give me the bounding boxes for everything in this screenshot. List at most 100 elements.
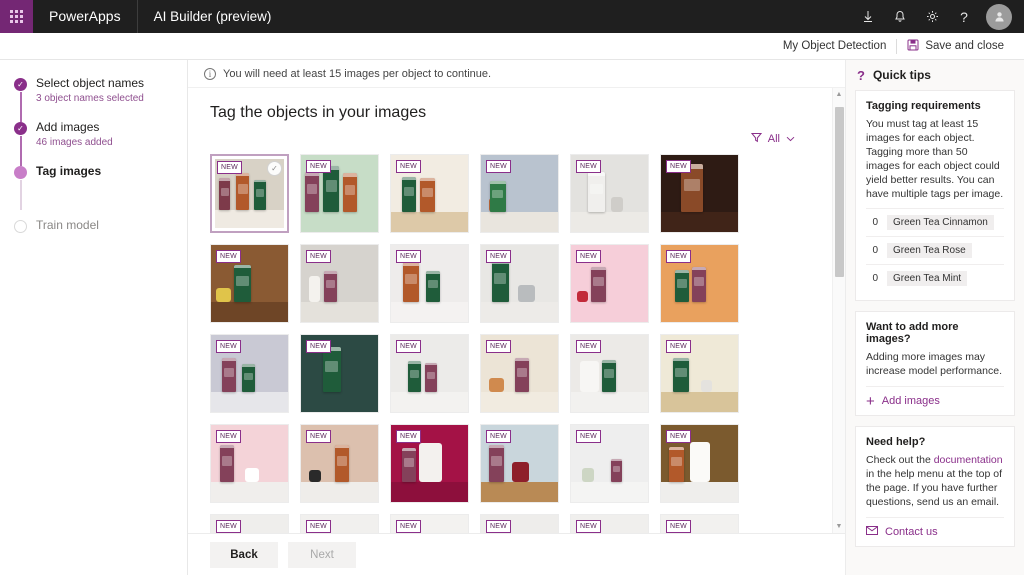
contact-us-label: Contact us	[885, 526, 938, 538]
tile-photo-product-can	[220, 445, 234, 482]
settings-gear-icon[interactable]	[917, 0, 947, 33]
back-button[interactable]: Back	[210, 542, 278, 568]
contact-us-link[interactable]: Contact us	[866, 517, 1004, 538]
image-tile[interactable]: NEW	[390, 244, 469, 323]
image-tile[interactable]: NEW	[480, 244, 559, 323]
object-tag-chip[interactable]: Green Tea Cinnamon	[887, 215, 994, 230]
image-tile[interactable]: NEW	[570, 334, 649, 413]
image-tile[interactable]: NEW	[300, 424, 379, 503]
image-tile[interactable]: NEW	[210, 514, 289, 533]
wizard-rail: ✓ Select object names 3 object names sel…	[0, 60, 188, 575]
tile-photo-prop	[216, 288, 231, 302]
object-tag-row[interactable]: 0Green Tea Cinnamon	[866, 208, 1004, 236]
waffle-menu-button[interactable]	[0, 0, 33, 33]
tile-photo-product-can	[408, 361, 421, 392]
add-images-link[interactable]: + Add images	[866, 386, 1004, 407]
object-tag-chip[interactable]: Green Tea Mint	[887, 271, 967, 286]
image-tile[interactable]: NEW	[570, 514, 649, 533]
step-title: Train model	[36, 218, 99, 233]
image-tile[interactable]: NEW	[300, 154, 379, 233]
scroll-up-icon[interactable]: ▲	[836, 88, 843, 101]
new-badge: NEW	[306, 250, 331, 263]
wizard-step-select-object-names[interactable]: ✓ Select object names 3 object names sel…	[0, 76, 187, 120]
new-badge: NEW	[486, 250, 511, 263]
ai-builder-tag-images-page: PowerApps AI Builder (preview) ? My Obje…	[0, 0, 1024, 575]
download-icon[interactable]	[853, 0, 883, 33]
tile-photo-product-can	[591, 267, 606, 302]
quick-tips-pane: ? Quick tips Tagging requirements You mu…	[845, 60, 1024, 575]
tile-photo-product-can	[588, 172, 605, 212]
image-tile[interactable]: NEW	[480, 514, 559, 533]
image-tile[interactable]: NEW	[300, 334, 379, 413]
tile-photo-surface	[481, 212, 558, 232]
wizard-step-tag-images[interactable]: Tag images	[0, 164, 187, 208]
need-help-body-after: in the help menu at the top of the page.…	[866, 468, 1002, 508]
need-help-body-before: Check out the	[866, 454, 934, 466]
step-text: Tag images	[36, 164, 101, 208]
object-tag-chip[interactable]: Green Tea Rose	[887, 243, 972, 258]
brand-label[interactable]: PowerApps	[33, 0, 138, 33]
tile-select-checkbox[interactable]: ✓	[267, 161, 282, 176]
avatar[interactable]	[986, 4, 1012, 30]
image-tile[interactable]: NEW	[390, 334, 469, 413]
image-tile[interactable]: NEW	[210, 424, 289, 503]
image-tile[interactable]: NEW	[390, 424, 469, 503]
image-tile[interactable]: NEW ✓	[210, 154, 289, 233]
image-tile[interactable]: NEW	[390, 514, 469, 533]
image-tile[interactable]: NEW	[210, 244, 289, 323]
image-tile[interactable]: NEW	[390, 154, 469, 233]
image-tile[interactable]: NEW	[300, 244, 379, 323]
tile-photo-product-can	[420, 178, 435, 212]
scroll-down-icon[interactable]: ▼	[836, 520, 843, 533]
image-tile[interactable]: NEW	[480, 154, 559, 233]
image-tile[interactable]: NEW	[210, 334, 289, 413]
image-tile-grid: NEW✓NEWNEWNEWNEWNEWNEWNEWNEWNEWNEWNEWNEW…	[206, 154, 823, 533]
new-badge: NEW	[216, 250, 241, 263]
notification-bell-icon[interactable]	[885, 0, 915, 33]
image-tile[interactable]: NEW	[570, 154, 649, 233]
tile-photo-surface	[301, 302, 378, 322]
image-tile[interactable]: NEW	[660, 334, 739, 413]
save-and-close-button[interactable]: Save and close	[897, 39, 1012, 54]
new-badge: NEW	[216, 430, 241, 443]
image-tile[interactable]: NEW	[480, 424, 559, 503]
object-tag-row[interactable]: 0Green Tea Mint	[866, 264, 1004, 292]
image-tile[interactable]: NEW	[570, 244, 649, 323]
object-tag-list: 0Green Tea Cinnamon0Green Tea Rose0Green…	[866, 208, 1004, 292]
tile-photo-surface	[215, 210, 284, 228]
tile-photo-product-can	[489, 445, 504, 482]
scrollbar-thumb[interactable]	[835, 107, 844, 277]
object-tag-row[interactable]: 0Green Tea Rose	[866, 236, 1004, 264]
filter-row: All	[206, 132, 823, 146]
check-circle-icon: ✓	[14, 122, 27, 135]
new-badge: NEW	[576, 430, 601, 443]
filter-dropdown[interactable]: All	[751, 132, 795, 146]
help-icon[interactable]: ?	[949, 0, 979, 33]
image-tile[interactable]: NEW	[570, 424, 649, 503]
image-tile[interactable]: NEW	[660, 514, 739, 533]
image-tile[interactable]: NEW	[480, 334, 559, 413]
new-badge: NEW	[576, 340, 601, 353]
image-grid-scrollbar[interactable]: ▲ ▼	[832, 88, 845, 533]
tile-photo-product-can	[242, 364, 255, 392]
tile-photo-surface	[301, 212, 378, 232]
image-tile[interactable]: NEW	[660, 154, 739, 233]
tile-photo-product-can	[669, 447, 684, 482]
save-disk-icon	[907, 39, 919, 54]
scrollbar-track[interactable]	[835, 101, 844, 520]
tile-photo-product-can	[335, 445, 349, 482]
step-marker: ✓	[14, 76, 36, 120]
chevron-down-icon	[786, 135, 795, 144]
empty-step-dot-icon	[14, 220, 27, 233]
image-tile[interactable]: NEW	[300, 514, 379, 533]
suite-bar: PowerApps AI Builder (preview) ?	[0, 0, 1024, 33]
documentation-link[interactable]: documentation	[934, 454, 1003, 466]
app-name-label[interactable]: AI Builder (preview)	[138, 0, 288, 33]
image-tile[interactable]: NEW	[660, 244, 739, 323]
new-badge: NEW	[217, 161, 242, 174]
wizard-step-train-model[interactable]: Train model	[0, 218, 187, 262]
image-tile[interactable]: NEW	[660, 424, 739, 503]
wizard-step-add-images[interactable]: ✓ Add images 46 images added	[0, 120, 187, 164]
step-title: Tag images	[36, 164, 101, 179]
new-badge: NEW	[666, 250, 691, 263]
